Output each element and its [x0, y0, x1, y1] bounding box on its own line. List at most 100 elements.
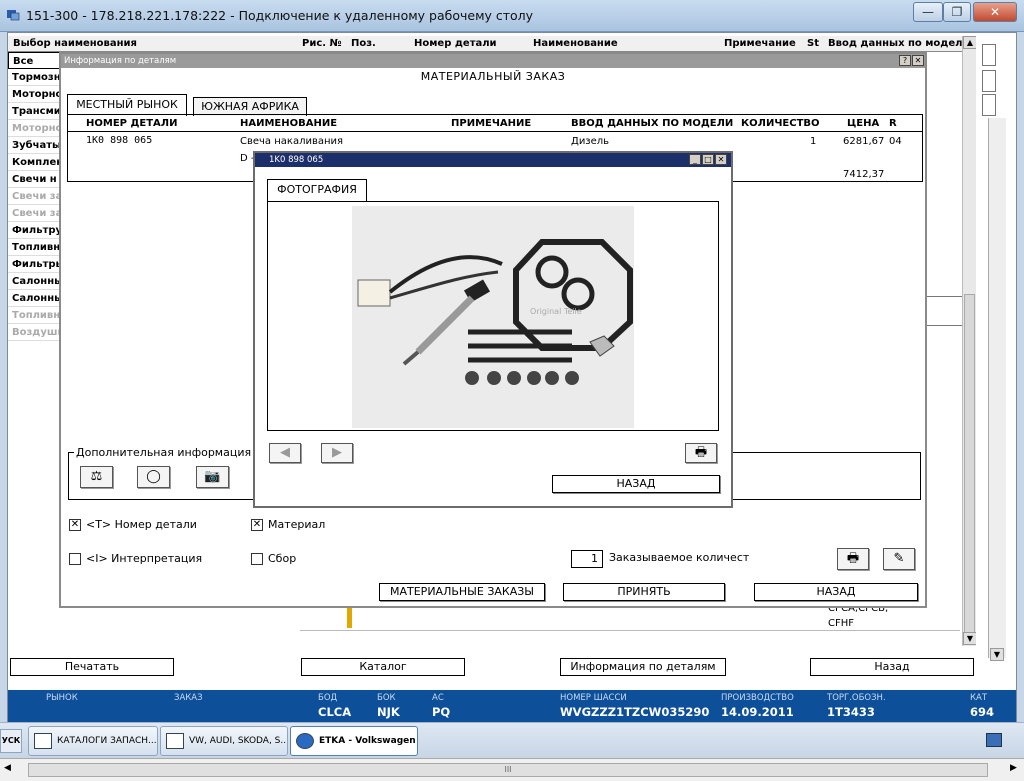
photo-print-icon[interactable]: 🖶: [685, 443, 717, 463]
th-model: ВВОД ДАННЫХ ПО МОДЕЛИ: [571, 118, 734, 129]
list-item[interactable]: Топливн: [8, 307, 60, 324]
window-icon: [166, 733, 184, 749]
main-vertical-scrollbar[interactable]: ▲ ▼: [962, 36, 977, 646]
checkbox-interpretation[interactable]: [69, 553, 81, 565]
status-production-value: 14.09.2011: [721, 705, 794, 719]
list-item[interactable]: Фильтру: [8, 222, 60, 239]
status-chassis-label: НОМЕР ШАССИ: [560, 693, 627, 703]
photo-maximize-button[interactable]: □: [702, 154, 714, 165]
window-title: 151-300 - 178.218.221.178:222 - Подключе…: [26, 8, 534, 23]
bg-cell-model-2: CFHF: [828, 618, 855, 629]
checkbox-assembly[interactable]: [251, 553, 263, 565]
side-scroll-down-icon[interactable]: ▼: [990, 648, 1004, 661]
next-image-icon[interactable]: ▶: [321, 443, 353, 463]
tab-local-market[interactable]: МЕСТНЫЙ РЫНОК: [67, 94, 187, 116]
tab-photo[interactable]: ФОТОГРАФИЯ: [267, 179, 367, 201]
cell-r: 04: [889, 136, 902, 147]
printer-icon[interactable]: 🖶: [837, 548, 869, 570]
window-icon: [34, 733, 52, 749]
side-box-3[interactable]: [982, 94, 996, 116]
col-pos: Поз.: [351, 38, 376, 49]
checkbox-partno[interactable]: ✕: [69, 519, 81, 531]
scroll-down-icon[interactable]: ▼: [963, 632, 977, 645]
photo-watermark: Original Teile: [530, 307, 582, 316]
task-etka[interactable]: ETKA - Volkswagen: [290, 726, 418, 756]
hscroll-right-icon[interactable]: ▶: [1010, 763, 1017, 773]
start-button[interactable]: УСК: [0, 729, 22, 753]
window-title-bar: 151-300 - 178.218.221.178:222 - Подключе…: [0, 0, 1024, 32]
close-button[interactable]: ✕: [973, 2, 1017, 22]
prev-image-icon[interactable]: ◀: [269, 443, 301, 463]
hscroll-left-icon[interactable]: ◀: [4, 763, 11, 773]
status-cat-label: КАТ: [970, 693, 988, 703]
edit-icon[interactable]: ✎: [883, 548, 915, 570]
minimize-button[interactable]: —: [913, 2, 943, 22]
camera-icon[interactable]: 📷: [196, 466, 229, 488]
list-item[interactable]: Свечи н: [8, 171, 60, 188]
cell-model: Дизель: [571, 136, 610, 147]
status-ac-value: PQ: [432, 705, 451, 719]
list-item[interactable]: Трансми: [8, 103, 60, 120]
main-back-button[interactable]: Назад: [810, 658, 974, 676]
photo-minimize-button[interactable]: _: [689, 154, 701, 165]
list-item[interactable]: Все: [8, 52, 60, 69]
checkbox-material[interactable]: ✕: [251, 519, 263, 531]
list-item[interactable]: Тормозн: [8, 69, 60, 86]
part-info-button[interactable]: Информация по деталям: [560, 658, 726, 676]
tray-icon[interactable]: [986, 733, 1002, 747]
list-item[interactable]: Салонны: [8, 273, 60, 290]
cell-price: 6281,67: [843, 136, 885, 147]
status-bod-value: CLCA: [318, 705, 352, 719]
task-catalogs-label: КАТАЛОГИ ЗАПАСН...: [57, 736, 157, 746]
selection-list[interactable]: Все Тормозн Моторно Трансми Моторно Зубчаты Ко…: [8, 52, 60, 341]
restore-button[interactable]: ❐: [943, 2, 971, 22]
col-fig: Рис. №: [302, 38, 342, 49]
dialog-help-button[interactable]: ?: [899, 55, 911, 66]
parts-table-header: Выбор наименования Рис. № Поз. Номер дет…: [8, 36, 976, 52]
hscroll-thumb[interactable]: III: [28, 763, 988, 777]
status-chassis-value: WVGZZZ1TZCW035290: [560, 705, 710, 719]
list-item[interactable]: Моторно: [8, 120, 60, 137]
list-item[interactable]: Воздушн: [8, 324, 60, 341]
task-catalogs[interactable]: КАТАЛОГИ ЗАПАСН...: [28, 726, 158, 756]
status-trade-label: ТОРГ.ОБОЗН.: [827, 693, 886, 703]
task-vw-audi[interactable]: VW, AUDI, SKODA, S...: [160, 726, 288, 756]
cell-name: Свеча накаливания: [240, 136, 344, 147]
photo-back-button[interactable]: НАЗАД: [552, 475, 720, 493]
accept-button[interactable]: ПРИНЯТЬ: [563, 583, 725, 601]
list-item[interactable]: Свечи за: [8, 188, 60, 205]
photo-close-button[interactable]: ✕: [715, 154, 727, 165]
order-qty-label: Заказываемое количест: [609, 551, 750, 564]
order-qty-input[interactable]: 1: [571, 550, 603, 568]
header-divider: [68, 131, 922, 132]
list-item[interactable]: Комплек: [8, 154, 60, 171]
glow-plug-kit-image: Original Teile: [352, 206, 634, 428]
scroll-up-icon[interactable]: ▲: [963, 36, 977, 49]
material-orders-button[interactable]: МАТЕРИАЛЬНЫЕ ЗАКАЗЫ: [379, 583, 545, 601]
add-circle-icon[interactable]: ◯: [137, 466, 170, 488]
dialog-close-button[interactable]: ✕: [912, 55, 924, 66]
side-box-2[interactable]: [982, 70, 996, 92]
side-scrollbar[interactable]: ▼: [988, 118, 1006, 661]
task-vw-audi-label: VW, AUDI, SKODA, S...: [189, 736, 288, 746]
list-item[interactable]: Зубчаты: [8, 137, 60, 154]
list-item[interactable]: Топливн: [8, 239, 60, 256]
col-name: Наименование: [533, 38, 618, 49]
status-bok-value: NJK: [377, 705, 400, 719]
scroll-thumb[interactable]: [964, 294, 975, 642]
catalog-button[interactable]: Каталог: [301, 658, 465, 676]
scale-icon[interactable]: ⚖: [80, 466, 113, 488]
dialog-back-button[interactable]: НАЗАД: [754, 583, 918, 601]
bg-input-box[interactable]: [926, 296, 962, 326]
print-button[interactable]: Печатать: [10, 658, 174, 676]
list-item[interactable]: Свечи за: [8, 205, 60, 222]
dialog-title-bar: Информация по деталям: [61, 54, 925, 68]
col-select: Выбор наименования: [13, 38, 137, 49]
list-item[interactable]: Моторно: [8, 86, 60, 103]
side-box-1[interactable]: [982, 44, 996, 66]
th-partno: НОМЕР ДЕТАЛИ: [86, 118, 178, 129]
list-item[interactable]: Фильтры: [8, 256, 60, 273]
list-item[interactable]: Салонны: [8, 290, 60, 307]
horizontal-scrollbar[interactable]: ◀ III ▶: [0, 758, 1024, 781]
material-order-title: МАТЕРИАЛЬНЫЙ ЗАКАЗ: [420, 70, 566, 83]
